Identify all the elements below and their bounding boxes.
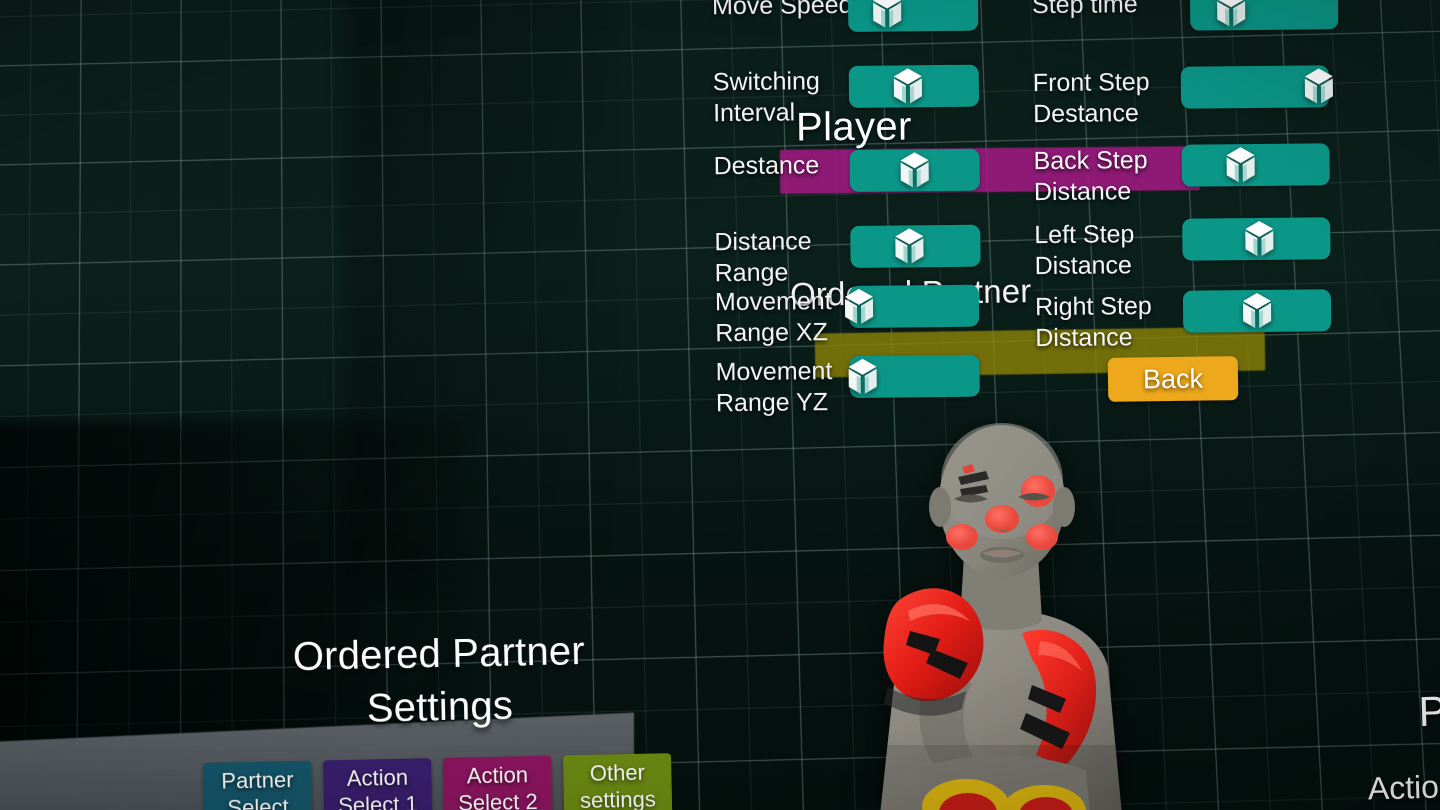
cube-icon[interactable] [897, 150, 931, 190]
tab-other-4[interactable]: Other settings [562, 753, 673, 810]
slider-label: Distance Range [714, 227, 812, 288]
slider-track[interactable] [1182, 217, 1331, 261]
slider-row: Switching Interval [699, 64, 1019, 127]
cube-icon[interactable] [1301, 66, 1335, 106]
slider-track[interactable] [1181, 143, 1330, 187]
avatar [836, 415, 1176, 810]
tab-label-line-2: settings [579, 786, 657, 810]
slider-label: Destance [713, 151, 820, 181]
slider-track[interactable] [1189, 0, 1339, 31]
tab-label-line-1: Action [466, 762, 529, 789]
ordered-partner-settings-title: Ordered Partner Settings [158, 622, 720, 740]
vr-scene: Player Ordered Partner [0, 0, 1440, 810]
cube-icon[interactable] [1242, 219, 1276, 259]
slider-label: Right Step Distance [1034, 292, 1152, 353]
slider-track[interactable] [849, 148, 980, 192]
slider-row: Movement Range YZ [701, 354, 1021, 417]
slider-label: Back Step Distance [1033, 146, 1148, 207]
slider-row: Front Step Destance [1019, 65, 1399, 128]
cube-icon[interactable] [1240, 291, 1274, 331]
tab-label-line-1: Other [589, 759, 646, 786]
slider-track[interactable] [1182, 289, 1332, 333]
slider-label: Move Speed [711, 0, 853, 21]
cube-icon[interactable] [890, 66, 924, 106]
slider-label: Front Step Destance [1032, 68, 1150, 129]
tab-label-line-1: Partner [221, 767, 294, 794]
edge-panel-title: P [1417, 687, 1440, 736]
slider-track[interactable] [848, 354, 980, 398]
slider-row: Distance Range [700, 224, 1020, 287]
slider-track[interactable] [850, 224, 981, 268]
slider-row: Back Step Distance [1019, 143, 1399, 206]
tab-label-line-1: Action [346, 764, 409, 791]
slider-label: Switching Interval [712, 67, 820, 128]
slider-row: Left Step Distance [1020, 217, 1400, 280]
tab-label-line-2: Select 2 [457, 788, 538, 810]
back-button[interactable]: Back [1107, 356, 1239, 402]
back-button-label: Back [1142, 363, 1204, 394]
title-line-2: Settings [366, 683, 514, 731]
cube-icon[interactable] [870, 0, 904, 31]
slider-row: Right Step Distance [1021, 289, 1401, 352]
ordered-partner-settings-panel: Ordered Partner Settings Partner Select Ac… [158, 604, 722, 810]
tab-partner-1[interactable]: Partner Select [203, 760, 313, 810]
cube-icon[interactable] [1214, 0, 1248, 29]
tab-action-3[interactable]: Action Select 2 [443, 755, 553, 810]
slider-label: Left Step Distance [1034, 220, 1135, 281]
slider-track[interactable] [848, 64, 980, 108]
slider-track[interactable] [1180, 65, 1333, 109]
tab-label-line-2: Select [227, 794, 289, 810]
cube-icon[interactable] [845, 357, 879, 397]
wall-shadow-center [345, 0, 605, 584]
cube-icon[interactable] [1224, 145, 1258, 185]
edge-panel-label: Action [1367, 768, 1440, 807]
cube-icon[interactable] [892, 226, 926, 266]
tab-action-2[interactable]: Action Select 1 [323, 758, 433, 810]
slider-row: Destance [699, 148, 1019, 192]
partner-settings-panel: Move Speed Switching Interval Destance Dist… [698, 0, 1402, 431]
slider-track[interactable] [847, 0, 979, 32]
slider-label: Step time [1031, 0, 1138, 20]
tab-label-line-2: Select 1 [337, 791, 418, 810]
ordered-partner-tabs: Partner Select Action Select 1 Action Select … [203, 753, 673, 810]
slider-label: Movement Range YZ [715, 357, 833, 418]
cube-icon[interactable] [842, 287, 876, 327]
slider-track[interactable] [845, 284, 980, 328]
